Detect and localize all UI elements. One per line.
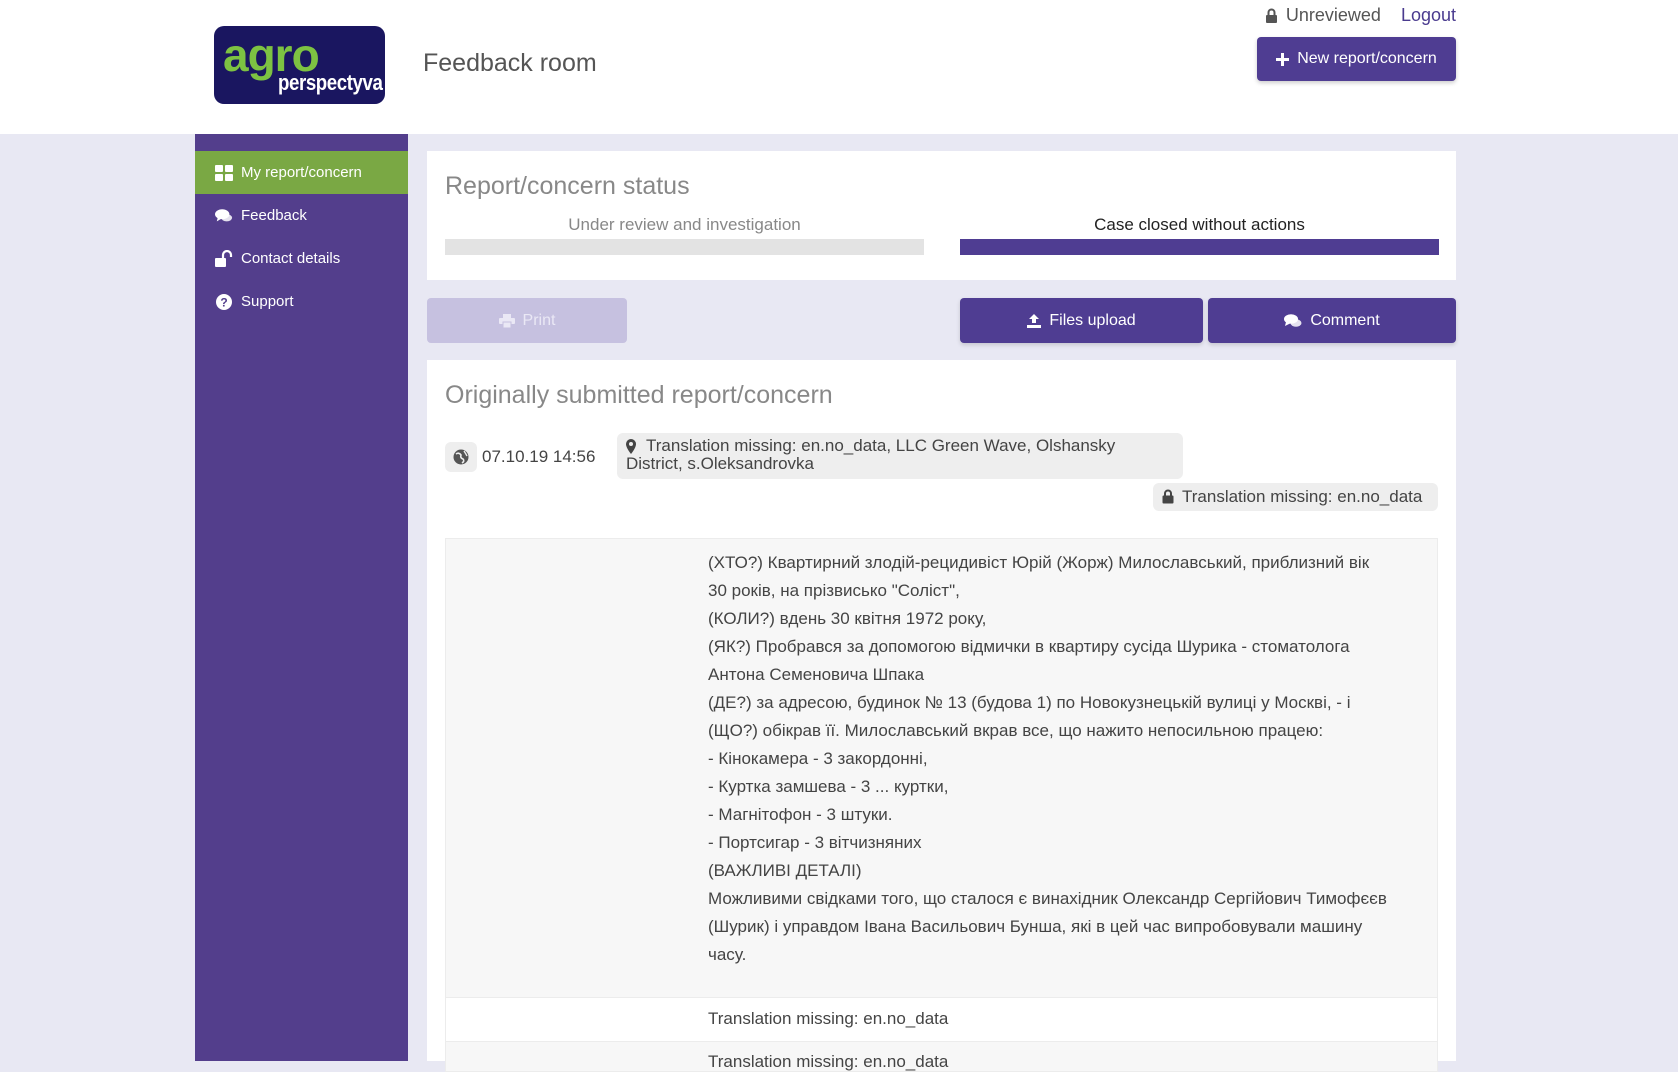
status-card: Report/concern status Under review and i… — [427, 151, 1456, 280]
files-upload-label: Files upload — [1049, 311, 1136, 329]
report-field-row: Translation missing: en.no_data — [445, 998, 1438, 1042]
stage-label-review: Under review and investigation — [568, 215, 801, 234]
report-body-line: (ЯК?) Пробрався за допомогою відмички в … — [708, 637, 1350, 656]
report-body-box: (ХТО?) Квартирний злодій-рецидивіст Юрій… — [445, 538, 1438, 998]
print-button[interactable]: Print — [427, 298, 627, 343]
comments-icon — [1284, 313, 1302, 327]
report-body-line: 30 років, на прізвисько "Соліст", — [708, 581, 960, 600]
unlock-icon — [215, 249, 233, 268]
status-title: Report/concern status — [445, 172, 690, 200]
page-title: Feedback room — [423, 49, 597, 77]
report-body-line: (ЩО?) обікрав її. Милославський вкрав вс… — [708, 721, 1324, 740]
report-card: Originally submitted report/concern 07.1… — [427, 360, 1456, 1072]
report-field-value: Translation missing: en.no_data — [708, 1052, 949, 1071]
globe-chip — [445, 442, 477, 472]
upload-icon — [1027, 313, 1042, 328]
question-circle-icon: ? — [215, 293, 233, 310]
privacy-chip: Translation missing: en.no_data — [1153, 483, 1438, 511]
report-date: 07.10.19 14:56 — [482, 447, 596, 466]
top-right-links: Unreviewed Logout — [1265, 5, 1456, 26]
print-icon — [498, 313, 515, 328]
new-report-label: New report/concern — [1297, 50, 1437, 67]
comment-button[interactable]: Comment — [1208, 298, 1456, 343]
globe-icon — [453, 449, 469, 465]
report-field-value: Translation missing: en.no_data — [708, 1009, 949, 1028]
report-body-line: (ХТО?) Квартирний злодій-рецидивіст Юрій… — [708, 553, 1370, 572]
sidebar-item-contact-details[interactable]: Contact details — [195, 237, 408, 280]
stage-bar-closed — [960, 239, 1439, 255]
report-body-text: (ХТО?) Квартирний злодій-рецидивіст Юрій… — [708, 549, 1428, 969]
report-body-line: Антона Семеновича Шпака — [708, 665, 925, 684]
svg-text:?: ? — [220, 295, 227, 309]
report-body-line: (ДЕ?) за адресою, будинок № 13 (будова 1… — [708, 693, 1351, 712]
sidebar-item-label: Support — [241, 293, 294, 310]
report-field-row: Translation missing: en.no_data — [445, 1042, 1438, 1072]
sidebar: My report/concern Feedback Contact detai… — [195, 134, 408, 1061]
location-line-2: District, s.Oleksandrovka — [626, 454, 814, 473]
lock-icon — [1162, 489, 1174, 504]
report-body-line: (Шурик) і управдом Івана Васильович Бунш… — [708, 917, 1363, 936]
new-report-button[interactable]: New report/concern — [1257, 37, 1456, 81]
sidebar-item-support[interactable]: ? Support — [195, 280, 408, 323]
report-title: Originally submitted report/concern — [445, 381, 833, 409]
print-label: Print — [522, 311, 556, 329]
report-body-line: Можливими свідками того, що сталося є ви… — [708, 889, 1387, 908]
sidebar-item-feedback[interactable]: Feedback — [195, 194, 408, 237]
report-body-line: (ВАЖЛИВІ ДЕТАЛІ) — [708, 861, 862, 880]
logout-link[interactable]: Logout — [1401, 5, 1456, 26]
dashboard-icon — [215, 164, 233, 181]
unreviewed-label: Unreviewed — [1285, 5, 1381, 25]
report-body-line: часу. — [708, 945, 747, 964]
location-chip: Translation missing: en.no_data, LLC Gre… — [617, 433, 1183, 479]
report-body-line: - Магнітофон - 3 штуки. — [708, 805, 893, 824]
comments-icon — [215, 208, 233, 224]
agro-perspectyva-logo[interactable]: agro perspectyva — [214, 26, 385, 104]
privacy-label: Translation missing: en.no_data — [1182, 487, 1423, 506]
sidebar-item-my-report[interactable]: My report/concern — [195, 151, 408, 194]
comment-label: Comment — [1310, 311, 1380, 329]
lock-icon — [1265, 8, 1277, 23]
top-header: agro perspectyva Feedback room Unreviewe… — [0, 0, 1678, 134]
stage-label-closed: Case closed without actions — [1094, 215, 1305, 234]
stage-bar-review — [445, 239, 924, 255]
map-marker-icon — [626, 439, 636, 454]
sidebar-item-label: Feedback — [241, 207, 307, 224]
report-body-line: - Портсигар - 3 вітчизняних — [708, 833, 922, 852]
report-body-line: - Куртка замшева - 3 ... куртки, — [708, 777, 949, 796]
logo-perspectyva-text: perspectyva — [278, 70, 383, 95]
location-line-1: Translation missing: en.no_data, LLC Gre… — [646, 436, 1116, 455]
report-body-line: (КОЛИ?) вдень 30 квітня 1972 року, — [708, 609, 987, 628]
sidebar-item-label: My report/concern — [241, 164, 362, 181]
files-upload-button[interactable]: Files upload — [960, 298, 1203, 343]
plus-icon — [1276, 52, 1290, 66]
report-body-line: - Кінокамера - 3 закордонні, — [708, 749, 928, 768]
sidebar-item-label: Contact details — [241, 250, 341, 267]
unreviewed-status: Unreviewed — [1265, 5, 1381, 26]
